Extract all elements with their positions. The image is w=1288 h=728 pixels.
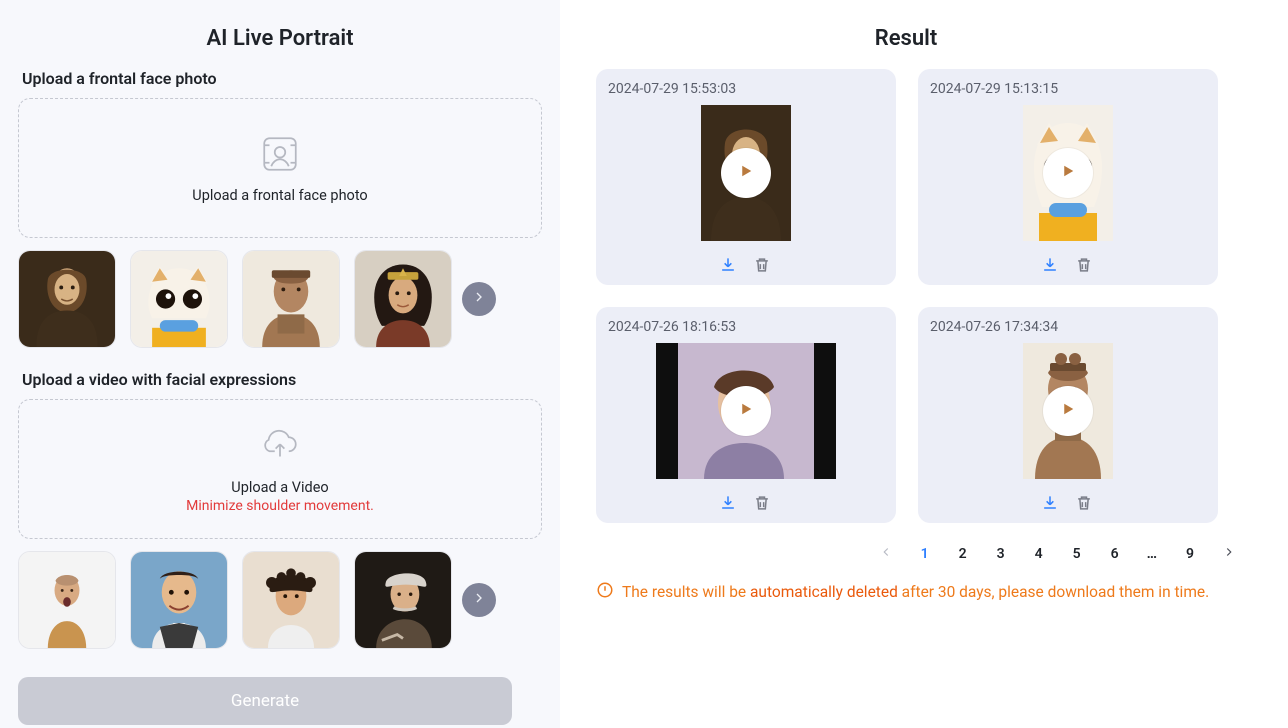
download-button[interactable] bbox=[1040, 255, 1060, 275]
pagination-ellipsis[interactable]: … bbox=[1147, 546, 1158, 562]
photo-sample-row bbox=[18, 250, 542, 348]
result-thumbnail[interactable] bbox=[656, 343, 836, 479]
upload-video-label: Upload a video with facial expressions bbox=[22, 370, 542, 389]
warning-text-pre: The results will be bbox=[622, 583, 750, 601]
download-button[interactable] bbox=[718, 255, 738, 275]
upload-video-text: Upload a Video bbox=[231, 479, 328, 496]
generate-button[interactable]: Generate bbox=[18, 677, 512, 725]
delete-button[interactable] bbox=[752, 493, 772, 513]
result-card: 2024-07-26 17:34:34 bbox=[918, 307, 1218, 523]
play-button[interactable] bbox=[721, 148, 771, 198]
results-grid: 2024-07-29 15:53:03 2024-07-29 15:13:15 bbox=[596, 69, 1218, 523]
video-sample-4[interactable] bbox=[354, 551, 452, 649]
video-sample-1[interactable] bbox=[18, 551, 116, 649]
warning-text-em: automatically deleted bbox=[750, 583, 898, 601]
pagination-prev[interactable] bbox=[879, 545, 893, 563]
cloud-upload-icon bbox=[259, 425, 301, 471]
play-button[interactable] bbox=[1043, 148, 1093, 198]
result-card: 2024-07-29 15:53:03 bbox=[596, 69, 896, 285]
camera-face-icon bbox=[259, 133, 301, 179]
delete-button[interactable] bbox=[1074, 493, 1094, 513]
auto-delete-warning: The results will be automatically delete… bbox=[596, 581, 1266, 603]
result-thumbnail[interactable] bbox=[701, 105, 791, 241]
result-timestamp: 2024-07-26 17:34:34 bbox=[930, 319, 1206, 335]
warning-icon bbox=[596, 581, 614, 603]
result-timestamp: 2024-07-29 15:53:03 bbox=[608, 81, 884, 97]
play-button[interactable] bbox=[721, 386, 771, 436]
download-button[interactable] bbox=[718, 493, 738, 513]
photo-sample-3[interactable] bbox=[242, 250, 340, 348]
result-thumbnail[interactable] bbox=[1023, 105, 1113, 241]
result-card: 2024-07-26 18:16:53 bbox=[596, 307, 896, 523]
upload-photo-dropzone[interactable]: Upload a frontal face photo bbox=[18, 98, 542, 238]
upload-video-dropzone[interactable]: Upload a Video Minimize shoulder movemen… bbox=[18, 399, 542, 539]
warning-text-post: after 30 days, please download them in t… bbox=[898, 583, 1209, 601]
pagination-page[interactable]: 1 bbox=[919, 546, 931, 562]
pagination: 1 2 3 4 5 6 … 9 bbox=[596, 545, 1236, 563]
pagination-page[interactable]: 9 bbox=[1184, 546, 1196, 562]
play-icon bbox=[1059, 162, 1077, 184]
play-button[interactable] bbox=[1043, 386, 1093, 436]
result-timestamp: 2024-07-29 15:13:15 bbox=[930, 81, 1206, 97]
pagination-page[interactable]: 2 bbox=[957, 546, 969, 562]
page-title-right: Result bbox=[596, 26, 1216, 51]
upload-photo-text: Upload a frontal face photo bbox=[192, 187, 367, 204]
result-card: 2024-07-29 15:13:15 bbox=[918, 69, 1218, 285]
video-sample-row bbox=[18, 551, 542, 649]
pagination-page[interactable]: 6 bbox=[1109, 546, 1121, 562]
result-thumbnail[interactable] bbox=[1023, 343, 1113, 479]
page-title-left: AI Live Portrait bbox=[18, 26, 542, 51]
photo-sample-1[interactable] bbox=[18, 250, 116, 348]
pagination-page[interactable]: 4 bbox=[1033, 546, 1045, 562]
pagination-next[interactable] bbox=[1222, 545, 1236, 563]
delete-button[interactable] bbox=[1074, 255, 1094, 275]
play-icon bbox=[737, 162, 755, 184]
video-samples-next-button[interactable] bbox=[462, 583, 496, 617]
delete-button[interactable] bbox=[752, 255, 772, 275]
upload-video-hint: Minimize shoulder movement. bbox=[186, 498, 374, 514]
pagination-page[interactable]: 5 bbox=[1071, 546, 1083, 562]
photo-sample-4[interactable] bbox=[354, 250, 452, 348]
pagination-page[interactable]: 3 bbox=[995, 546, 1007, 562]
upload-photo-label: Upload a frontal face photo bbox=[22, 69, 542, 88]
video-sample-2[interactable] bbox=[130, 551, 228, 649]
play-icon bbox=[1059, 400, 1077, 422]
photo-sample-2[interactable] bbox=[130, 250, 228, 348]
photo-samples-next-button[interactable] bbox=[462, 282, 496, 316]
result-timestamp: 2024-07-26 18:16:53 bbox=[608, 319, 884, 335]
play-icon bbox=[737, 400, 755, 422]
download-button[interactable] bbox=[1040, 493, 1060, 513]
video-sample-3[interactable] bbox=[242, 551, 340, 649]
chevron-right-icon bbox=[471, 289, 487, 309]
chevron-right-icon bbox=[471, 590, 487, 610]
